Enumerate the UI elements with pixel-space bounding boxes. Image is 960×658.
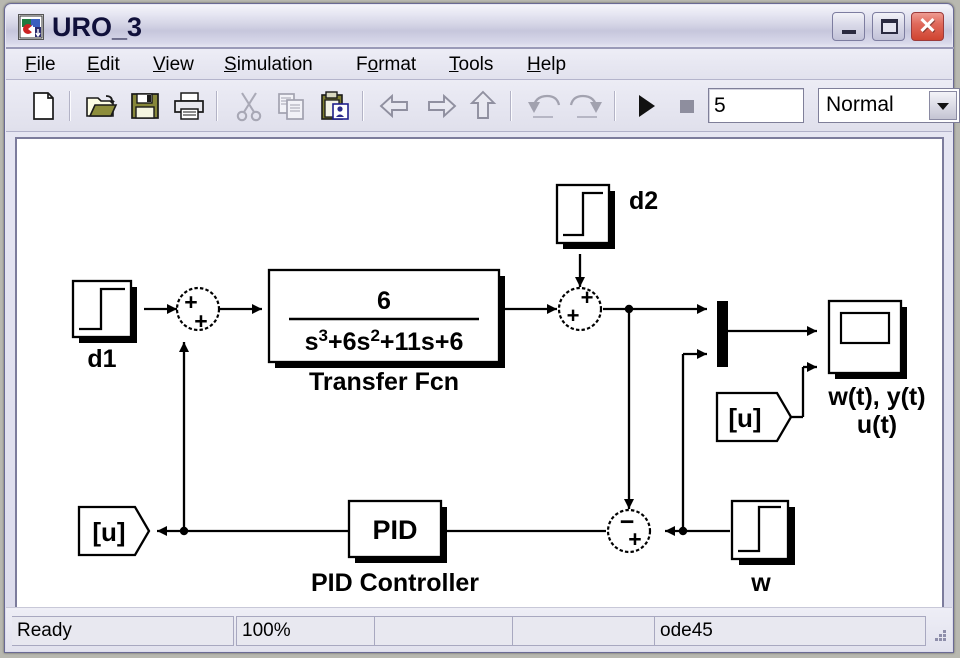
block-scope[interactable]: w(t), y(t) u(t) xyxy=(827,299,926,439)
transfer-fcn-numerator: 6 xyxy=(377,287,391,315)
sum2-sign-bottom: + xyxy=(567,303,580,328)
simulink-model-window: URO_3 ✕ File Edit View Simulation Format xyxy=(0,0,960,658)
model-canvas[interactable]: d1 + + 6 s3+6s2+11s+6 Transfer Fcn d2 + … xyxy=(15,137,944,609)
stop-time-input[interactable] xyxy=(708,88,804,123)
block-pid-controller[interactable]: PID PID Controller xyxy=(311,499,479,597)
save-button[interactable] xyxy=(126,87,164,125)
goto-u-tag: [u] xyxy=(92,517,125,547)
restore-icon xyxy=(880,19,898,34)
paste-button[interactable] xyxy=(316,87,354,125)
go-forward-button[interactable] xyxy=(420,87,458,125)
pid-block-text: PID xyxy=(372,515,417,545)
block-diagram: d1 + + 6 s3+6s2+11s+6 Transfer Fcn d2 + … xyxy=(71,183,926,597)
stop-simulation-button[interactable] xyxy=(668,87,706,125)
status-message: Ready xyxy=(12,616,234,646)
block-label-d2: d2 xyxy=(629,187,658,215)
close-button[interactable]: ✕ xyxy=(911,12,944,41)
simulation-mode-value: Normal xyxy=(826,93,894,116)
toolbar-separator xyxy=(614,91,616,121)
sum1-sign-bottom: + xyxy=(194,308,207,334)
block-transfer-fcn[interactable]: 6 s3+6s2+11s+6 Transfer Fcn xyxy=(267,268,505,396)
sum2-sign-top: + xyxy=(581,285,594,310)
block-label-transfer-fcn: Transfer Fcn xyxy=(309,368,459,396)
sum3-sign-bottom: + xyxy=(628,526,641,552)
menu-item-file[interactable]: File xyxy=(20,53,61,77)
block-sum1[interactable]: + + xyxy=(175,286,221,334)
window-title: URO_3 xyxy=(52,12,143,42)
block-mux[interactable] xyxy=(717,301,728,367)
scope-label-line1: w(t), y(t) xyxy=(827,383,925,411)
status-solver: ode45 xyxy=(654,616,926,646)
transfer-fcn-denominator: s3+6s2+11s+6 xyxy=(305,326,464,357)
window-controls: ✕ xyxy=(830,12,944,42)
toolbar-separator xyxy=(216,91,218,121)
block-from-u[interactable]: [u] xyxy=(715,391,793,443)
simulink-model-icon xyxy=(18,14,44,40)
cut-button[interactable] xyxy=(230,87,268,125)
toolbar-separator xyxy=(510,91,512,121)
copy-button[interactable] xyxy=(272,87,310,125)
toolbar-separator xyxy=(362,91,364,121)
block-sum2[interactable]: + + xyxy=(557,285,603,332)
close-icon: ✕ xyxy=(918,13,937,38)
menu-item-edit[interactable]: Edit xyxy=(82,53,125,77)
menu-bar: File Edit View Simulation Format Tools H… xyxy=(6,49,952,80)
redo-button[interactable] xyxy=(568,87,606,125)
new-model-button[interactable] xyxy=(24,87,62,125)
go-back-button[interactable] xyxy=(376,87,414,125)
from-u-tag: [u] xyxy=(728,403,761,433)
go-up-button[interactable] xyxy=(464,87,502,125)
window-frame: URO_3 ✕ File Edit View Simulation Format xyxy=(4,3,960,653)
signal-junction xyxy=(678,526,688,536)
toolbar-separator xyxy=(69,91,71,121)
menu-item-simulation[interactable]: Simulation xyxy=(219,53,318,77)
block-label-pid: PID Controller xyxy=(311,569,479,597)
block-step-d1[interactable]: d1 xyxy=(71,279,137,373)
print-button[interactable] xyxy=(170,87,208,125)
minimize-icon xyxy=(842,30,857,34)
block-goto-u[interactable]: [u] xyxy=(77,505,151,557)
block-sum3[interactable]: − + xyxy=(606,508,652,554)
menu-item-view[interactable]: View xyxy=(148,53,199,77)
open-model-button[interactable] xyxy=(82,87,120,125)
restore-button[interactable] xyxy=(871,12,905,41)
signal-junction xyxy=(624,304,634,314)
block-label-w: w xyxy=(750,569,771,597)
status-zoom: 100% xyxy=(236,616,384,646)
status-pane-3 xyxy=(374,616,520,646)
block-step-d2[interactable]: d2 xyxy=(555,183,658,249)
scope-label-line2: u(t) xyxy=(857,411,897,439)
minimize-button[interactable] xyxy=(832,12,866,41)
start-simulation-button[interactable] xyxy=(626,87,664,125)
undo-button[interactable] xyxy=(524,87,562,125)
simulation-mode-select[interactable]: Normal xyxy=(818,88,960,123)
menu-item-tools[interactable]: Tools xyxy=(444,53,498,77)
resize-grip[interactable] xyxy=(930,629,948,647)
signal-junction xyxy=(179,526,189,536)
status-bar: Ready 100% ode45 xyxy=(6,607,952,651)
block-step-w[interactable]: w xyxy=(730,499,795,597)
block-label-d1: d1 xyxy=(87,345,116,373)
menu-item-help[interactable]: Help xyxy=(522,53,571,77)
chevron-down-icon[interactable] xyxy=(929,91,957,120)
toolbar: Normal xyxy=(6,80,960,132)
title-bar: URO_3 ✕ xyxy=(6,5,954,49)
status-pane-4 xyxy=(512,616,658,646)
menu-item-format[interactable]: Format xyxy=(351,53,421,77)
